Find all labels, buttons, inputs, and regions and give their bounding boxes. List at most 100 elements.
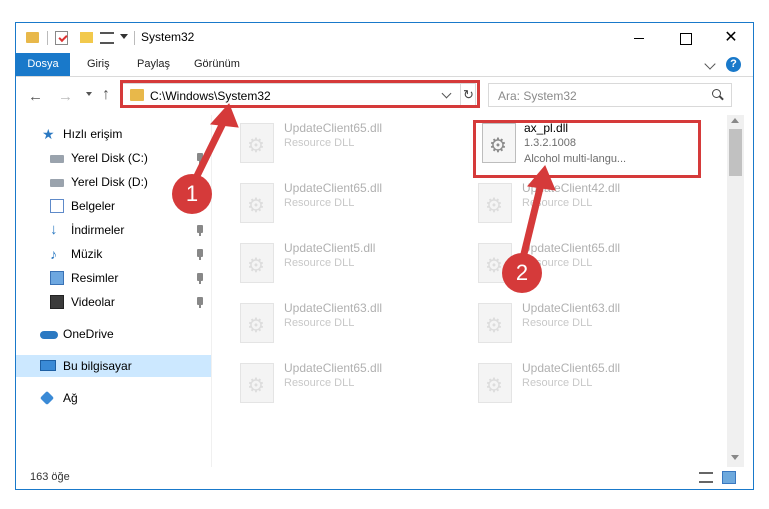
dll-file-icon: [478, 363, 512, 403]
search-input[interactable]: Ara: System32: [488, 83, 732, 107]
file-name: UpdateClient65.dll: [522, 361, 621, 375]
tab-view[interactable]: Görünüm: [194, 53, 240, 76]
dll-file-icon: [478, 183, 512, 223]
file-type: Resource DLL: [284, 257, 355, 269]
search-placeholder: Ara: System32: [498, 89, 577, 103]
tab-file[interactable]: Dosya: [16, 53, 70, 76]
sidebar-item-label: İndirmeler: [71, 223, 125, 237]
title-bar: System32 ✕: [16, 23, 753, 53]
file-name: UpdateClient63.dll: [284, 301, 383, 315]
navigation-pane: ★ Hızlı erişim Yerel Disk (C:) Yerel Dis…: [16, 115, 211, 467]
sidebar-item-label: Videolar: [71, 295, 115, 309]
scroll-thumb[interactable]: [729, 129, 742, 176]
file-name: UpdateClient65.dll: [284, 361, 383, 375]
sidebar-item-network[interactable]: Ağ: [16, 387, 211, 409]
folder-icon: [26, 32, 39, 43]
file-tile[interactable]: UpdateClient65.dll Resource DLL: [454, 235, 674, 289]
cloud-icon: [40, 331, 58, 339]
address-highlight-box: [120, 80, 480, 108]
file-name: UpdateClient65.dll: [284, 121, 383, 135]
up-arrow-icon[interactable]: ↑: [102, 86, 110, 104]
dll-file-icon: [478, 303, 512, 343]
file-tile[interactable]: UpdateClient65.dll Resource DLL: [454, 355, 674, 409]
file-type: Resource DLL: [284, 317, 355, 329]
video-icon: [50, 295, 64, 309]
file-type: Resource DLL: [522, 377, 593, 389]
minimize-button[interactable]: [616, 23, 662, 53]
file-tile[interactable]: UpdateClient63.dll Resource DLL: [216, 295, 436, 349]
file-type: Resource DLL: [522, 317, 593, 329]
toolbar-separator: [134, 31, 135, 45]
sidebar-item-this-pc[interactable]: Bu bilgisayar: [16, 355, 211, 377]
new-folder-icon[interactable]: [80, 32, 93, 43]
pin-icon[interactable]: [197, 225, 203, 236]
sidebar-item-onedrive[interactable]: OneDrive: [16, 323, 211, 345]
properties-icon[interactable]: [55, 31, 68, 45]
sidebar-item-label: Müzik: [71, 247, 103, 261]
sidebar-item-downloads[interactable]: ↓ İndirmeler: [16, 219, 211, 241]
sidebar-item-label: Yerel Disk (D:): [71, 175, 148, 189]
step-2-badge: 2: [502, 253, 542, 293]
file-name: UpdateClient42.dll: [522, 181, 621, 195]
details-view-icon[interactable]: [699, 472, 713, 483]
file-tile[interactable]: UpdateClient65.dll Resource DLL: [216, 115, 436, 169]
dll-file-icon: [240, 123, 274, 163]
download-icon: ↓: [50, 221, 58, 238]
pin-icon[interactable]: [197, 249, 203, 260]
toolbar-separator: [47, 31, 48, 45]
close-button[interactable]: ✕: [708, 23, 754, 53]
file-type: Resource DLL: [522, 197, 593, 209]
window-title: System32: [141, 30, 195, 44]
file-tile[interactable]: UpdateClient63.dll Resource DLL: [454, 295, 674, 349]
sidebar-item-local-disk-c[interactable]: Yerel Disk (C:): [16, 147, 211, 169]
music-icon: ♪: [50, 246, 57, 262]
dll-file-icon: [240, 243, 274, 283]
sidebar-item-pictures[interactable]: Resimler: [16, 267, 211, 289]
sidebar-item-quick-access[interactable]: ★ Hızlı erişim: [16, 123, 211, 145]
target-file-highlight-box: [473, 120, 701, 178]
dll-file-icon: [240, 183, 274, 223]
tab-share[interactable]: Paylaş: [137, 53, 170, 76]
vertical-scrollbar[interactable]: [727, 115, 744, 467]
ribbon-tabs: Dosya Giriş Paylaş Görünüm ?: [16, 53, 753, 77]
view-options-icon[interactable]: [100, 32, 114, 44]
sidebar-item-label: Belgeler: [71, 199, 116, 213]
maximize-button[interactable]: [662, 23, 708, 53]
tab-home[interactable]: Giriş: [87, 53, 110, 76]
forward-arrow-icon[interactable]: →: [58, 88, 73, 105]
file-type: Resource DLL: [284, 137, 355, 149]
scroll-down-arrow-icon[interactable]: [731, 455, 739, 460]
file-name: UpdateClient63.dll: [522, 301, 621, 315]
item-count: 163 öğe: [30, 471, 70, 483]
search-icon[interactable]: [712, 89, 721, 98]
sidebar-item-label: OneDrive: [63, 327, 114, 341]
file-name: UpdateClient65.dll: [522, 241, 621, 255]
document-icon: [50, 199, 64, 213]
expand-ribbon-chevron-icon[interactable]: [704, 58, 716, 70]
large-icons-view-icon[interactable]: [722, 471, 736, 484]
back-arrow-icon[interactable]: ←: [28, 88, 43, 105]
computer-icon: [40, 360, 56, 371]
sidebar-item-label: Hızlı erişim: [63, 127, 123, 141]
file-tile[interactable]: UpdateClient65.dll Resource DLL: [216, 355, 436, 409]
customize-toolbar-chevron-icon[interactable]: [120, 34, 128, 39]
file-type: Resource DLL: [284, 197, 355, 209]
sidebar-item-label: Resimler: [71, 271, 119, 285]
file-tile[interactable]: UpdateClient42.dll Resource DLL: [454, 175, 674, 229]
recent-locations-chevron-icon[interactable]: [86, 92, 92, 96]
pin-icon[interactable]: [197, 297, 203, 308]
pin-icon[interactable]: [197, 273, 203, 284]
sidebar-item-label: Yerel Disk (C:): [71, 151, 148, 165]
status-bar: 163 öğe: [16, 467, 753, 489]
sidebar-item-videos[interactable]: Videolar: [16, 291, 211, 313]
scroll-up-arrow-icon[interactable]: [731, 118, 739, 123]
pane-divider[interactable]: [211, 115, 212, 467]
file-tile[interactable]: UpdateClient65.dll Resource DLL: [216, 175, 436, 229]
sidebar-item-label: Ağ: [63, 391, 78, 405]
pin-icon[interactable]: [197, 153, 203, 164]
sidebar-item-music[interactable]: ♪ Müzik: [16, 243, 211, 265]
network-icon: [39, 390, 55, 406]
help-icon[interactable]: ?: [726, 57, 741, 72]
file-tile[interactable]: UpdateClient5.dll Resource DLL: [216, 235, 436, 289]
step-1-badge: 1: [172, 174, 212, 214]
